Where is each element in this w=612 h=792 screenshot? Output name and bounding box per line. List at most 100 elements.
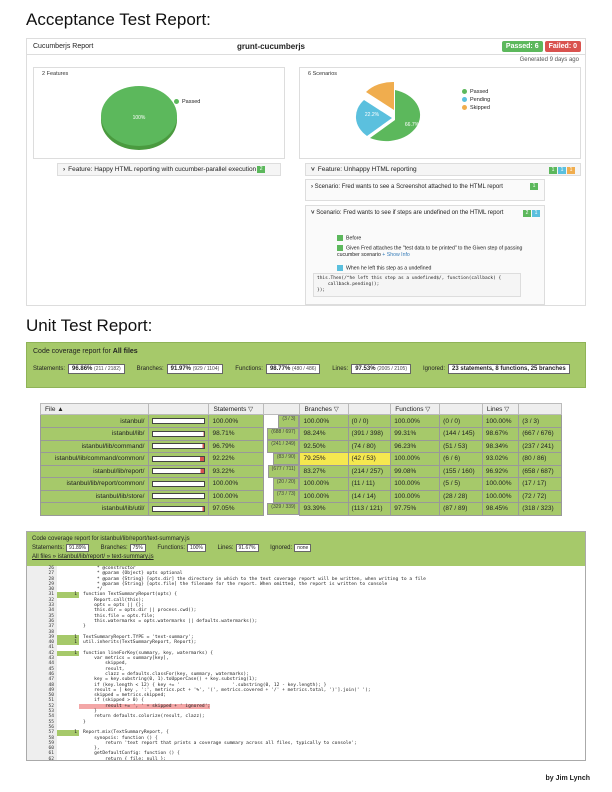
cell-fn: 96.23% bbox=[390, 439, 441, 453]
show-info-link[interactable]: + Show Info bbox=[382, 252, 410, 258]
cell-br: 93.39% bbox=[299, 502, 349, 516]
acceptance-heading: Acceptance Test Report: bbox=[26, 10, 211, 29]
passed-badge[interactable]: Passed: 6 bbox=[501, 41, 543, 52]
cell-lnf: (3 / 3) bbox=[518, 414, 562, 428]
cell-fn: 100.00% bbox=[390, 477, 441, 491]
line-source: return { file: null }; bbox=[83, 756, 166, 761]
cell-st: 98.71% bbox=[208, 427, 264, 441]
cell-stf: (73 / 73) bbox=[272, 490, 300, 503]
coverage-bar-fill bbox=[152, 505, 206, 512]
cell-brf: (42 / 53) bbox=[347, 452, 392, 466]
coverage-title: Code coverage report for All files bbox=[33, 348, 138, 355]
check-icon bbox=[337, 245, 343, 251]
hit-count bbox=[57, 757, 79, 760]
column-header[interactable]: Branches ▽ bbox=[299, 403, 349, 415]
table-row: istanbul/lib/command/common/92.22% (83 / … bbox=[39, 452, 562, 466]
column-header bbox=[347, 403, 392, 415]
cell-lnf: (667 / 676) bbox=[518, 427, 562, 441]
stat-box: 91.89% bbox=[66, 544, 89, 552]
branches-box: 91.97% (929 / 1104) bbox=[166, 364, 224, 374]
cell-brf: (11 / 11) bbox=[347, 477, 392, 491]
step-code: this.Then(/^he left this step as a undef… bbox=[313, 273, 521, 297]
file-link[interactable]: istanbul/lib/ bbox=[39, 427, 150, 441]
lines-box: 91.67% bbox=[235, 544, 259, 552]
coverage-bar-fill bbox=[152, 443, 206, 450]
cell-lnf: (17 / 17) bbox=[518, 477, 562, 491]
line-number: 62 bbox=[27, 756, 57, 760]
coverage-bar bbox=[148, 452, 210, 466]
table-row: istanbul/lib/report/93.22% (677 / 711) 83.… bbox=[39, 464, 562, 478]
cucumber-report: Cucumberjs Report grunt-cucumberjs Passe… bbox=[26, 38, 586, 306]
column-header[interactable]: Functions ▽ bbox=[390, 403, 441, 415]
cell-fnf: (6 / 6) bbox=[439, 452, 483, 466]
feature-name: Happy HTML reporting with cucumber-paral… bbox=[94, 166, 257, 173]
generated-time: Generated 9 days ago bbox=[519, 57, 579, 63]
coverage-bar-fill bbox=[152, 468, 206, 475]
coverage-bar-fill bbox=[152, 418, 206, 424]
feature-happy[interactable]: › Feature: Happy HTML reporting with cucu… bbox=[57, 163, 281, 176]
statements-box: 96.86% (211 / 2182) bbox=[68, 364, 125, 374]
chevron-down-icon: ˅ bbox=[311, 210, 315, 216]
file-link[interactable]: istanbul/lib/report/common/ bbox=[39, 477, 150, 491]
coverage-table: File ▲ Statements ▽ Branches ▽ Functions ▽ L… bbox=[39, 403, 562, 516]
coverage-bar bbox=[148, 414, 210, 428]
cell-st: 97.05% bbox=[208, 502, 264, 516]
line-source: * @param {String} [opts.file] the filena… bbox=[83, 581, 388, 587]
cell-st: 93.22% bbox=[208, 464, 264, 478]
cell-fnf: (51 / 53) bbox=[439, 439, 483, 453]
coverage-bar bbox=[148, 502, 210, 516]
features-title: 2 Features bbox=[42, 71, 69, 77]
column-header[interactable]: Lines ▽ bbox=[481, 403, 520, 415]
column-header[interactable]: File ▲ bbox=[39, 403, 150, 415]
cell-fn: 97.75% bbox=[390, 502, 441, 516]
cell-brf: (113 / 121) bbox=[347, 502, 392, 516]
cell-lnf: (237 / 241) bbox=[518, 439, 562, 453]
file-link[interactable]: istanbul/ bbox=[39, 414, 150, 428]
column-header bbox=[439, 403, 483, 415]
scenarios-title: 6 Scenarios bbox=[308, 71, 338, 77]
file-link[interactable]: istanbul/lib/store/ bbox=[39, 489, 150, 503]
coverage-bar-fill bbox=[152, 455, 206, 462]
cell-ln: 96.92% bbox=[481, 464, 520, 478]
branch-box: 75% bbox=[129, 544, 146, 552]
file-link[interactable]: istanbul/lib/report/ bbox=[39, 464, 150, 478]
cell-brf: (14 / 14) bbox=[347, 489, 392, 503]
cell-fnf: (87 / 89) bbox=[439, 502, 483, 516]
column-header[interactable]: Statements ▽ bbox=[208, 403, 264, 415]
svg-text:22.2%: 22.2% bbox=[365, 112, 380, 118]
cell-stf: (20 / 20) bbox=[272, 477, 300, 490]
coverage-bar bbox=[148, 427, 210, 441]
source-header: Code coverage report for istanbul/lib/re… bbox=[27, 532, 585, 566]
report-header: Cucumberjs Report grunt-cucumberjs Passe… bbox=[27, 39, 585, 55]
scenarios-legend: Passed Pending Skipped bbox=[462, 88, 490, 112]
cell-fn: 100.00% bbox=[390, 489, 441, 503]
coverage-bar bbox=[148, 464, 210, 478]
cell-br: 92.50% bbox=[299, 439, 349, 453]
feature-name: Unhappy HTML reporting bbox=[343, 166, 417, 173]
scenario-screenshot[interactable]: › Scenario: Fred wants to see a Screensh… bbox=[305, 179, 545, 201]
cell-stf: (3 / 3) bbox=[278, 415, 300, 428]
cell-ln: 98.45% bbox=[481, 502, 520, 516]
table-row: istanbul/lib/98.71% (688 / 697) 98.24% (391… bbox=[39, 427, 562, 441]
pie-label: 100% bbox=[133, 115, 146, 121]
file-link[interactable]: istanbul/lib/util/ bbox=[39, 502, 150, 516]
coverage-summary: Code coverage report for All files State… bbox=[26, 342, 586, 388]
cell-st: 92.22% bbox=[208, 452, 264, 466]
breadcrumb[interactable]: All files » istanbul/lib/report/ » text-… bbox=[32, 553, 580, 562]
table-row: istanbul/lib/command/96.79% (241 / 249) 92… bbox=[39, 439, 562, 453]
table-row: istanbul/lib/report/common/100.00% (20 / … bbox=[39, 477, 562, 491]
cell-br: 100.00% bbox=[299, 414, 349, 428]
cell-lnf: (80 / 86) bbox=[518, 452, 562, 466]
file-link[interactable]: istanbul/lib/command/common/ bbox=[39, 452, 150, 466]
cell-fnf: (28 / 28) bbox=[439, 489, 483, 503]
coverage-bar-fill bbox=[152, 480, 206, 487]
file-link[interactable]: istanbul/lib/command/ bbox=[39, 439, 150, 453]
cell-fn: 100.00% bbox=[390, 452, 441, 466]
cell-st: 100.00% bbox=[208, 414, 264, 428]
feature-unhappy[interactable]: ˅ Feature: Unhappy HTML reporting 111 bbox=[305, 163, 581, 176]
cell-ln: 98.67% bbox=[481, 427, 520, 441]
failed-badge[interactable]: Failed: 0 bbox=[544, 41, 581, 52]
column-header bbox=[262, 403, 301, 415]
functions-box: 98.77% (480 / 486) bbox=[265, 364, 321, 374]
ignored-box: none bbox=[294, 544, 312, 552]
